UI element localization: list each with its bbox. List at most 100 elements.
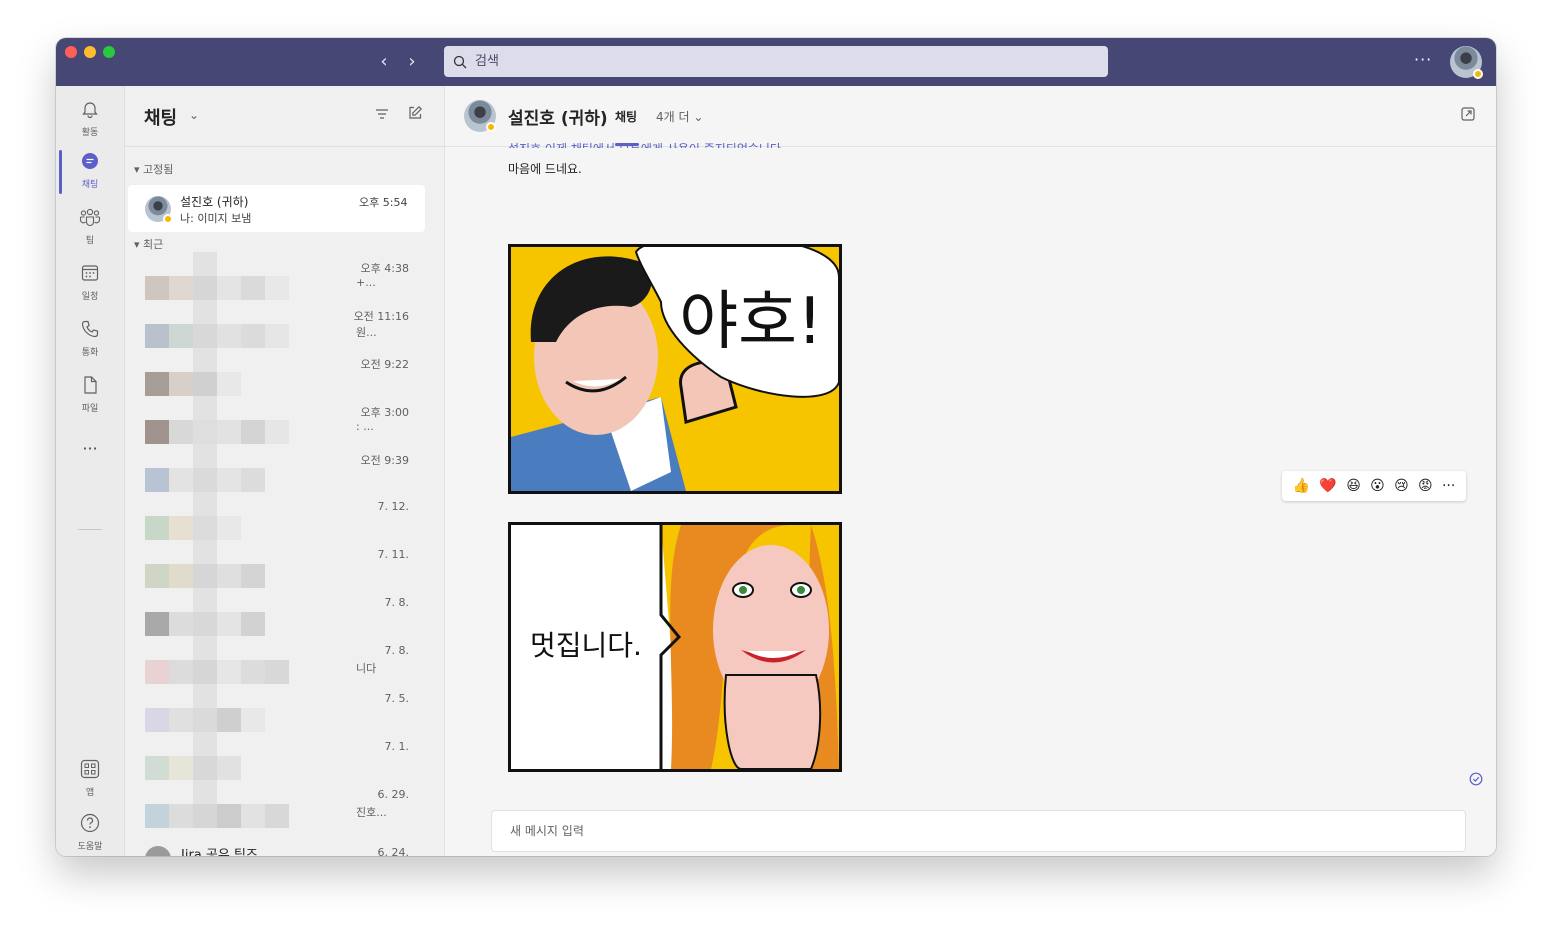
recent-label: 최근 xyxy=(143,238,164,251)
chat-list-item[interactable]: 6. 29. 진호... xyxy=(125,780,444,828)
comic-woman-illustration: 멋집니다. xyxy=(511,525,839,769)
help-icon xyxy=(80,813,100,833)
blurred-name-block xyxy=(265,660,289,684)
window-close-button[interactable] xyxy=(65,46,77,58)
blurred-name-block xyxy=(217,324,241,348)
rail-calls-label: 통화 xyxy=(81,348,99,358)
blurred-name-block xyxy=(217,372,241,396)
avatar xyxy=(145,846,171,856)
rail-teams[interactable]: 팀 xyxy=(56,202,124,254)
chat-list-item[interactable]: 7. 5. xyxy=(125,684,444,732)
popout-icon[interactable] xyxy=(1460,106,1476,122)
rail-apps[interactable]: 앱 xyxy=(56,754,124,806)
tab-chat[interactable]: 채팅 xyxy=(615,108,637,125)
blurred-name-block xyxy=(145,564,169,588)
chat-pane: 설진호 (귀하) 채팅 4개 더 ⌄ 설진호 이제 채팅에서 모두에게 사용이 … xyxy=(445,86,1496,856)
back-arrow-icon[interactable]: ‹ xyxy=(374,52,394,72)
rail-help[interactable]: 도움말 xyxy=(56,808,124,856)
chat-list-item[interactable]: 7. 1. xyxy=(125,732,444,780)
chat-item-preview: 진호... xyxy=(356,806,387,819)
profile-avatar[interactable] xyxy=(1450,46,1483,79)
teams-icon xyxy=(79,208,101,227)
chat-list-item[interactable]: 7. 11. xyxy=(125,540,444,588)
surprised-reaction-icon[interactable]: 😮 xyxy=(1370,478,1385,494)
recent-section-label[interactable]: ▾ 최근 xyxy=(134,236,163,252)
angry-reaction-icon[interactable]: 😡 xyxy=(1418,478,1433,494)
avatar xyxy=(145,196,173,224)
blurred-name-block xyxy=(145,660,169,684)
rail-calls[interactable]: 통화 xyxy=(56,314,124,366)
chat-list-item[interactable]: 7. 8. 니다 xyxy=(125,636,444,684)
blurred-name-block xyxy=(193,468,217,492)
search-bar[interactable] xyxy=(444,46,1108,77)
blurred-name-block xyxy=(193,660,217,684)
new-chat-icon[interactable] xyxy=(407,105,423,121)
blurred-avatar-block xyxy=(193,252,217,276)
chat-item-time: 7. 11. xyxy=(377,548,410,561)
heart-reaction-icon[interactable]: ❤️ xyxy=(1319,478,1336,494)
rail-divider xyxy=(78,529,102,530)
comic-image-yahoo[interactable]: 야호! xyxy=(508,244,842,494)
rail-files[interactable]: 파일 xyxy=(56,370,124,422)
blurred-name-block xyxy=(193,564,217,588)
chat-item-time: 오전 11:16 xyxy=(353,310,409,323)
rail-chat[interactable]: 채팅 xyxy=(56,146,124,198)
chat-list-item[interactable]: 7. 8. xyxy=(125,588,444,636)
window-maximize-button[interactable] xyxy=(103,46,115,58)
chat-item-time: 7. 5. xyxy=(384,692,410,705)
window-minimize-button[interactable] xyxy=(84,46,96,58)
avatar[interactable] xyxy=(464,100,496,132)
blurred-name-block xyxy=(217,708,241,732)
more-tabs-label: 4개 더 xyxy=(656,110,690,124)
chat-list-pane: 채팅 ⌄ ▾ 고정됨 설진호 (귀하) 나: 이미지 보냄 오후 5:54 ▾ … xyxy=(125,86,445,856)
blurred-name-block xyxy=(241,324,265,348)
sad-reaction-icon[interactable]: 😢 xyxy=(1394,478,1409,494)
blurred-name-block xyxy=(145,372,169,396)
compose-box[interactable] xyxy=(491,810,1466,852)
apps-grid-icon xyxy=(80,759,100,779)
comic-image-nice[interactable]: 멋집니다. xyxy=(508,522,842,772)
more-options-icon[interactable]: ··· xyxy=(1442,478,1455,494)
pinned-chat-item[interactable]: 설진호 (귀하) 나: 이미지 보냄 오후 5:54 xyxy=(128,185,425,232)
chat-item-preview: +... xyxy=(356,276,376,289)
blurred-name-block xyxy=(169,612,193,636)
blurred-name-block xyxy=(241,612,265,636)
laugh-reaction-icon[interactable]: 😆 xyxy=(1346,478,1361,494)
more-tabs-button[interactable]: 4개 더 ⌄ xyxy=(656,108,703,125)
blurred-name-block xyxy=(265,324,289,348)
pinned-section-label[interactable]: ▾ 고정됨 xyxy=(134,161,173,177)
like-reaction-icon[interactable]: 👍 xyxy=(1293,478,1310,494)
chat-list-title[interactable]: 채팅 xyxy=(144,104,177,130)
filter-icon[interactable] xyxy=(374,106,390,122)
blurred-avatar-block xyxy=(193,636,217,660)
chat-list-item[interactable]: 7. 12. xyxy=(125,492,444,540)
blurred-avatar-block xyxy=(193,588,217,612)
blurred-avatar-block xyxy=(193,444,217,468)
blurred-name-block xyxy=(169,756,193,780)
blurred-name-block xyxy=(193,420,217,444)
blurred-name-block xyxy=(217,420,241,444)
chat-list-item[interactable]: 오후 3:00: ... xyxy=(125,396,444,444)
chat-item-preview: 원... xyxy=(356,326,377,339)
chat-list-item[interactable]: 오전 9:22 xyxy=(125,348,444,396)
away-status-icon xyxy=(163,214,173,224)
blurred-name-block xyxy=(169,468,193,492)
blurred-avatar-block xyxy=(193,396,217,420)
rail-activity[interactable]: 활동 xyxy=(56,94,124,146)
chat-list-item[interactable]: 오전 11:16 원... xyxy=(125,300,444,348)
forward-arrow-icon[interactable]: › xyxy=(402,52,422,72)
chat-list-item[interactable]: 오전 9:39 xyxy=(125,444,444,492)
chat-list-item[interactable]: 오후 4:38 +... xyxy=(125,252,444,300)
blurred-avatar-block xyxy=(193,348,217,372)
away-status-icon xyxy=(1473,69,1483,79)
chevron-down-icon[interactable]: ⌄ xyxy=(189,108,199,122)
chat-item-jira[interactable]: Jira 공유 팀즈 6. 24. xyxy=(125,838,444,856)
blurred-name-block xyxy=(193,612,217,636)
blurred-name-block xyxy=(169,708,193,732)
rail-calendar[interactable]: 일정 xyxy=(56,258,124,310)
message-input[interactable] xyxy=(508,823,1412,839)
chat-header: 설진호 (귀하) 채팅 4개 더 ⌄ xyxy=(445,86,1496,147)
more-options-icon[interactable]: ··· xyxy=(1414,50,1432,69)
search-input[interactable] xyxy=(473,53,1077,70)
rail-more[interactable]: ··· xyxy=(56,436,124,488)
